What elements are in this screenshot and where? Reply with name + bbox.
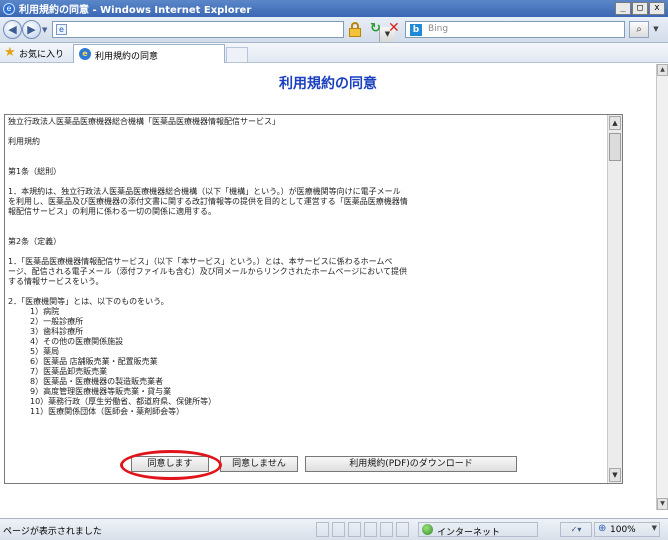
terms-list-item: 6）医薬品 店舗販売業・配置販売業 — [30, 357, 158, 366]
window-title-bar[interactable]: e 利用規約の同意 - Windows Internet Explorer _ … — [0, 0, 668, 17]
search-button[interactable]: ⌕ — [629, 21, 649, 38]
zoom-dropdown-icon[interactable]: ▼ — [652, 524, 657, 532]
status-pane — [348, 522, 361, 537]
terms-list-item: 10）薬務行政（厚生労働省、都道府県、保健所等） — [30, 397, 217, 406]
forward-button[interactable]: ▶ — [22, 20, 41, 39]
page-title: 利用規約の同意 — [279, 76, 377, 92]
terms-line: 1．「医薬品医療機器情報配信サービス」（以下「本サービス」という。）とは、本サー… — [8, 257, 393, 266]
zoom-control[interactable]: ⊕ 100% ▼ — [594, 522, 660, 537]
status-bar: ページが表示されました インターネット ✓▾ ⊕ 100% ▼ — [0, 518, 668, 540]
globe-icon — [422, 524, 433, 535]
terms-line: 1．本規約は、独立行政法人医薬品医療機器総合機構（以下「機構」という。）が医療機… — [8, 187, 401, 196]
terms-line: 独立行政法人医薬品医療機器総合機構「医薬品医療機器情報配信サービス」 — [8, 117, 280, 126]
terms-line — [8, 247, 604, 257]
terms-line: 第2条（定義） — [8, 237, 62, 246]
internet-explorer-icon: e — [3, 2, 15, 15]
page-content: 利用規約の同意 独立行政法人医薬品医療機器総合機構「医薬品医療機器情報配信サービ… — [0, 64, 656, 510]
refresh-icon[interactable]: ↻ — [370, 21, 381, 36]
terms-scrollbar[interactable]: ▲ ▼ — [607, 115, 622, 483]
terms-line: ージ、配信される電子メール（添付ファイルも含む）及び同メールからリンクされたホー… — [8, 267, 407, 276]
button-row: 同意します 同意しません 利用規約(PDF)のダウンロード — [0, 456, 656, 476]
new-tab-button[interactable] — [226, 47, 248, 62]
terms-line: 報配信サービス」の利用に係わる一切の関係に適用する。 — [8, 207, 216, 216]
status-pane — [332, 522, 345, 537]
terms-list-item: 3）歯科診療所 — [30, 327, 84, 336]
scroll-thumb[interactable] — [609, 133, 621, 161]
terms-text: 独立行政法人医薬品医療機器総合機構「医薬品医療機器情報配信サービス」 利用規約第1… — [5, 115, 607, 419]
status-pane — [316, 522, 329, 537]
terms-line — [8, 227, 604, 237]
terms-list-item: 2）一般診療所 — [30, 317, 84, 326]
terms-list-item: 9）高度管理医療機器等販売業・貸与業 — [30, 387, 172, 396]
zoom-icon: ⊕ — [598, 523, 607, 534]
terms-list-item: 5）薬局 — [30, 347, 60, 356]
terms-line: 利用規約 — [8, 137, 40, 146]
status-pane — [396, 522, 409, 537]
highlight-circle — [120, 450, 222, 480]
history-dropdown-icon[interactable]: ▼ — [42, 26, 47, 34]
terms-textarea[interactable]: 独立行政法人医薬品医療機器総合機構「医薬品医療機器情報配信サービス」 利用規約第1… — [4, 114, 623, 484]
status-pane — [380, 522, 393, 537]
minimize-button[interactable]: _ — [615, 2, 631, 15]
terms-line — [8, 157, 604, 167]
zone-label: インターネット — [437, 528, 501, 538]
lock-icon[interactable] — [348, 22, 362, 37]
navigation-toolbar: ◀ ▶ ▼ e ▼ ↻ ✕ b Bing ⌕ ▼ — [0, 17, 668, 43]
page-scroll-down-icon[interactable]: ▼ — [657, 498, 668, 510]
terms-list-item: 4）その他の医療関係施設 — [30, 337, 124, 346]
terms-line — [8, 287, 604, 297]
page-scroll-up-icon[interactable]: ▲ — [657, 64, 668, 76]
terms-line: を利用し、医薬品及び医療機器の添付文書に関する改訂情報等の提供を目的として運営す… — [8, 197, 408, 206]
download-pdf-button[interactable]: 利用規約(PDF)のダウンロード — [305, 456, 517, 472]
tab-current[interactable]: e 利用規約の同意 — [73, 44, 225, 63]
terms-list-item: 1）病院 — [30, 307, 60, 316]
back-button[interactable]: ◀ — [3, 20, 22, 39]
search-placeholder: Bing — [428, 24, 449, 34]
terms-list-item: 11）医療関係団体（医師会・薬剤師会等） — [30, 407, 185, 416]
tab-page-icon: e — [79, 48, 91, 60]
terms-line — [8, 217, 604, 227]
page-scrollbar[interactable]: ▲ ▼ — [656, 64, 668, 510]
address-bar[interactable]: e ▼ — [52, 21, 395, 42]
terms-line: する情報サービスをいう。 — [8, 277, 104, 286]
terms-line: 第1条（総則） — [8, 167, 62, 176]
security-zone[interactable]: インターネット — [418, 522, 538, 538]
favorites-label[interactable]: お気に入り — [19, 47, 64, 60]
status-pane — [364, 522, 377, 537]
stop-icon[interactable]: ✕ — [388, 20, 400, 36]
tab-label: 利用規約の同意 — [95, 52, 159, 62]
status-text: ページが表示されました — [3, 527, 102, 537]
scroll-up-icon[interactable]: ▲ — [609, 116, 621, 130]
window-title: 利用規約の同意 - Windows Internet Explorer — [19, 5, 252, 16]
maximize-button[interactable]: □ — [632, 2, 648, 15]
disagree-button[interactable]: 同意しません — [220, 456, 298, 472]
zoom-level: 100% — [610, 525, 636, 535]
protected-mode-button[interactable]: ✓▾ — [560, 522, 592, 537]
terms-line: 2．「医療機関等」とは、以下のものをいう。 — [8, 297, 169, 306]
terms-line — [8, 177, 604, 187]
page-icon: e — [56, 24, 67, 35]
bing-icon: b — [410, 24, 422, 36]
favorites-bar: ★ お気に入り e 利用規約の同意 — [0, 43, 668, 63]
window-controls: _ □ x — [615, 2, 665, 15]
search-input[interactable]: b Bing — [405, 21, 625, 38]
favorites-star-icon[interactable]: ★ — [4, 45, 16, 60]
terms-line — [8, 147, 604, 157]
search-options-dropdown-icon[interactable]: ▼ — [650, 21, 662, 38]
terms-line — [8, 127, 604, 137]
terms-list-item: 8）医薬品・医療機器の製造販売業者 — [30, 377, 164, 386]
close-button[interactable]: x — [649, 2, 665, 15]
terms-list-item: 7）医薬品卸売販売業 — [30, 367, 108, 376]
